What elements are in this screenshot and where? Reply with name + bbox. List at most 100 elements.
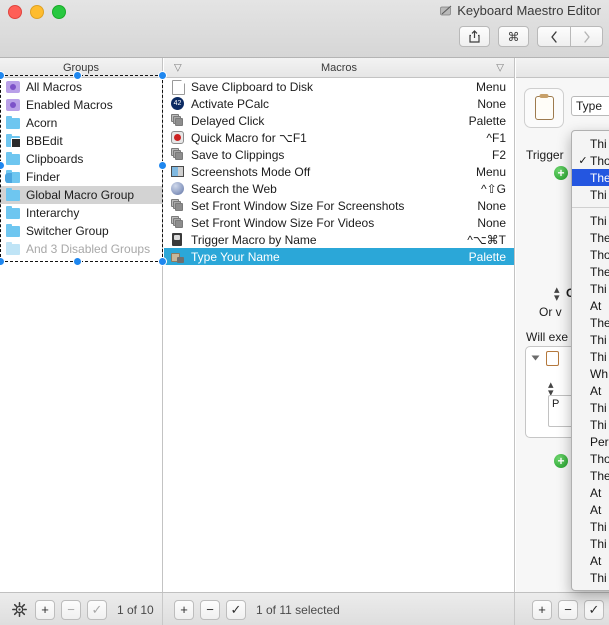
macros-sort-left-icon[interactable]: ▽ [174, 62, 182, 73]
folder-icon [6, 205, 20, 219]
dropdown-item-label: At [590, 485, 602, 500]
minimize-button[interactable] [30, 5, 44, 19]
selection-handle-top-right[interactable] [158, 71, 167, 80]
macro-row[interactable]: Quick Macro for ⌥F1 ^F1 [164, 129, 514, 146]
dropdown-item-label: Thi [590, 400, 607, 415]
macro-row[interactable]: Set Front Window Size For Videos None [164, 214, 514, 231]
group-row[interactable]: And 3 Disabled Groups [0, 240, 162, 258]
dropdown-menu-item[interactable]: At [572, 484, 609, 501]
dropdown-item-label: Per [590, 434, 609, 449]
macros-bottom-toolbar: + − ✓ 1 of 11 selected [164, 593, 515, 625]
selection-handle-middle-right[interactable] [158, 161, 167, 170]
group-row[interactable]: Finder [0, 168, 162, 186]
dropdown-menu-item[interactable]: At [572, 552, 609, 569]
dropdown-menu-item[interactable]: Thi [572, 416, 609, 433]
toggle-group-enabled-button[interactable]: ✓ [87, 599, 107, 620]
macro-row[interactable]: Screenshots Mode Off Menu [164, 163, 514, 180]
selection-handle-top-center[interactable] [73, 71, 82, 80]
dropdown-menu-item[interactable]: Thi [572, 135, 609, 152]
disclosure-triangle-icon[interactable] [531, 355, 540, 361]
dropdown-item-label: The [590, 230, 609, 245]
macro-row[interactable]: Trigger Macro by Name ^⌥⌘T [164, 231, 514, 248]
macro-name: Quick Macro for ⌥F1 [191, 130, 307, 145]
toggle-item-enabled-button[interactable]: ✓ [584, 599, 604, 620]
dropdown-menu-item[interactable]: Tho [572, 450, 609, 467]
macro-name-field[interactable]: Type [571, 96, 609, 116]
macro-name: Activate PCalc [191, 96, 270, 111]
dropdown-menu-item[interactable]: Thi [572, 212, 609, 229]
dropdown-menu-item[interactable]: The [572, 263, 609, 280]
folder-icon [6, 205, 20, 220]
zoom-button[interactable] [52, 5, 66, 19]
dropdown-menu-item[interactable]: The [572, 229, 609, 246]
back-button[interactable] [537, 26, 570, 47]
group-row[interactable]: Enabled Macros [0, 96, 162, 114]
dropdown-menu-item[interactable]: Thi [572, 518, 609, 535]
macro-trigger: ^⇧G [480, 181, 506, 196]
gear-folder-icon [6, 98, 20, 112]
macro-icon-button[interactable] [524, 88, 564, 128]
toggle-macro-enabled-button[interactable]: ✓ [226, 599, 246, 620]
group-row[interactable]: Clipboards [0, 150, 162, 168]
group-row[interactable]: Interarchy [0, 204, 162, 222]
group-row[interactable]: Switcher Group [0, 222, 162, 240]
dropdown-menu-item[interactable]: Thi [572, 280, 609, 297]
dropdown-menu-item[interactable]: Per [572, 433, 609, 450]
dropdown-menu-item[interactable]: At [572, 297, 609, 314]
command-button[interactable]: ⌘ [498, 26, 529, 47]
macro-row[interactable]: Save Clipboard to Disk Menu [164, 78, 514, 95]
dropdown-menu-item[interactable]: Tho [572, 246, 609, 263]
macro-row[interactable]: Save to Clippings F2 [164, 146, 514, 163]
trigger-type-dropdown-menu[interactable]: Thi ✓ Tho The Thi Thi The Tho The Thi At The Thi Thi… [571, 130, 609, 591]
macro-row[interactable]: Delayed Click Palette [164, 112, 514, 129]
dropdown-menu-item[interactable]: Thi [572, 348, 609, 365]
remove-macro-button[interactable]: − [200, 599, 220, 620]
add-group-button[interactable]: + [35, 599, 55, 620]
dropdown-menu-item[interactable]: The [572, 169, 609, 186]
close-button[interactable] [8, 5, 22, 19]
add-trigger-button[interactable]: + [554, 166, 568, 180]
dropdown-menu-item[interactable]: Thi [572, 331, 609, 348]
dropdown-menu-item[interactable]: Wh [572, 365, 609, 382]
dropdown-menu-item[interactable]: The [572, 314, 609, 331]
group-row[interactable]: All Macros [0, 78, 162, 96]
macro-row[interactable]: 42 Activate PCalc None [164, 95, 514, 112]
dropdown-menu-item[interactable]: At [572, 382, 609, 399]
screen-icon [170, 164, 185, 179]
groups-list[interactable]: All Macros Enabled Macros Acorn BBEdit Clipb… [0, 78, 163, 592]
dropdown-item-label: Thi [590, 187, 607, 202]
groups-bottom-toolbar: + − ✓ 1 of 10 [0, 593, 163, 625]
macro-row[interactable]: Set Front Window Size For Screenshots Non… [164, 197, 514, 214]
forward-button[interactable] [570, 26, 603, 47]
macro-name: Set Front Window Size For Videos [191, 215, 375, 230]
macros-column-header[interactable]: ▽ Macros ▽ [164, 58, 515, 78]
share-button[interactable] [459, 26, 490, 47]
dropdown-menu-item[interactable]: The [572, 467, 609, 484]
selection-handle-bottom-center[interactable] [73, 257, 82, 266]
remove-group-button[interactable]: − [61, 599, 81, 620]
group-row[interactable]: Acorn [0, 114, 162, 132]
dropdown-menu-item[interactable]: Thi [572, 569, 609, 586]
selection-handle-bottom-right[interactable] [158, 257, 167, 266]
group-row[interactable]: BBEdit [0, 132, 162, 150]
macros-sort-right-icon[interactable]: ▽ [496, 62, 504, 73]
macros-list[interactable]: Save Clipboard to Disk Menu 42 Activate PCa… [164, 78, 515, 592]
group-row[interactable]: Global Macro Group [0, 186, 162, 204]
folder-icon [6, 223, 20, 237]
add-item-button[interactable]: + [532, 599, 552, 620]
dropdown-menu-item[interactable]: At [572, 501, 609, 518]
add-macro-button[interactable]: + [174, 599, 194, 620]
macro-row[interactable]: Search the Web ^⇧G [164, 180, 514, 197]
remove-item-button[interactable]: − [558, 599, 578, 620]
add-action-button[interactable]: + [554, 454, 568, 468]
dropdown-menu-item[interactable]: ✓ Tho [572, 152, 609, 169]
dropdown-menu-item[interactable]: Thi [572, 399, 609, 416]
dropdown-menu-item[interactable]: Thi [572, 535, 609, 552]
macro-row[interactable]: Type Your Name Palette [164, 248, 514, 265]
gear-icon[interactable] [9, 600, 29, 620]
folder-icon [6, 187, 20, 201]
dropdown-menu-item[interactable]: Thi [572, 186, 609, 203]
option-stepper[interactable]: ▴ ▾ [554, 285, 560, 304]
gear-folder-icon [6, 81, 20, 93]
stack-icon [170, 198, 185, 213]
